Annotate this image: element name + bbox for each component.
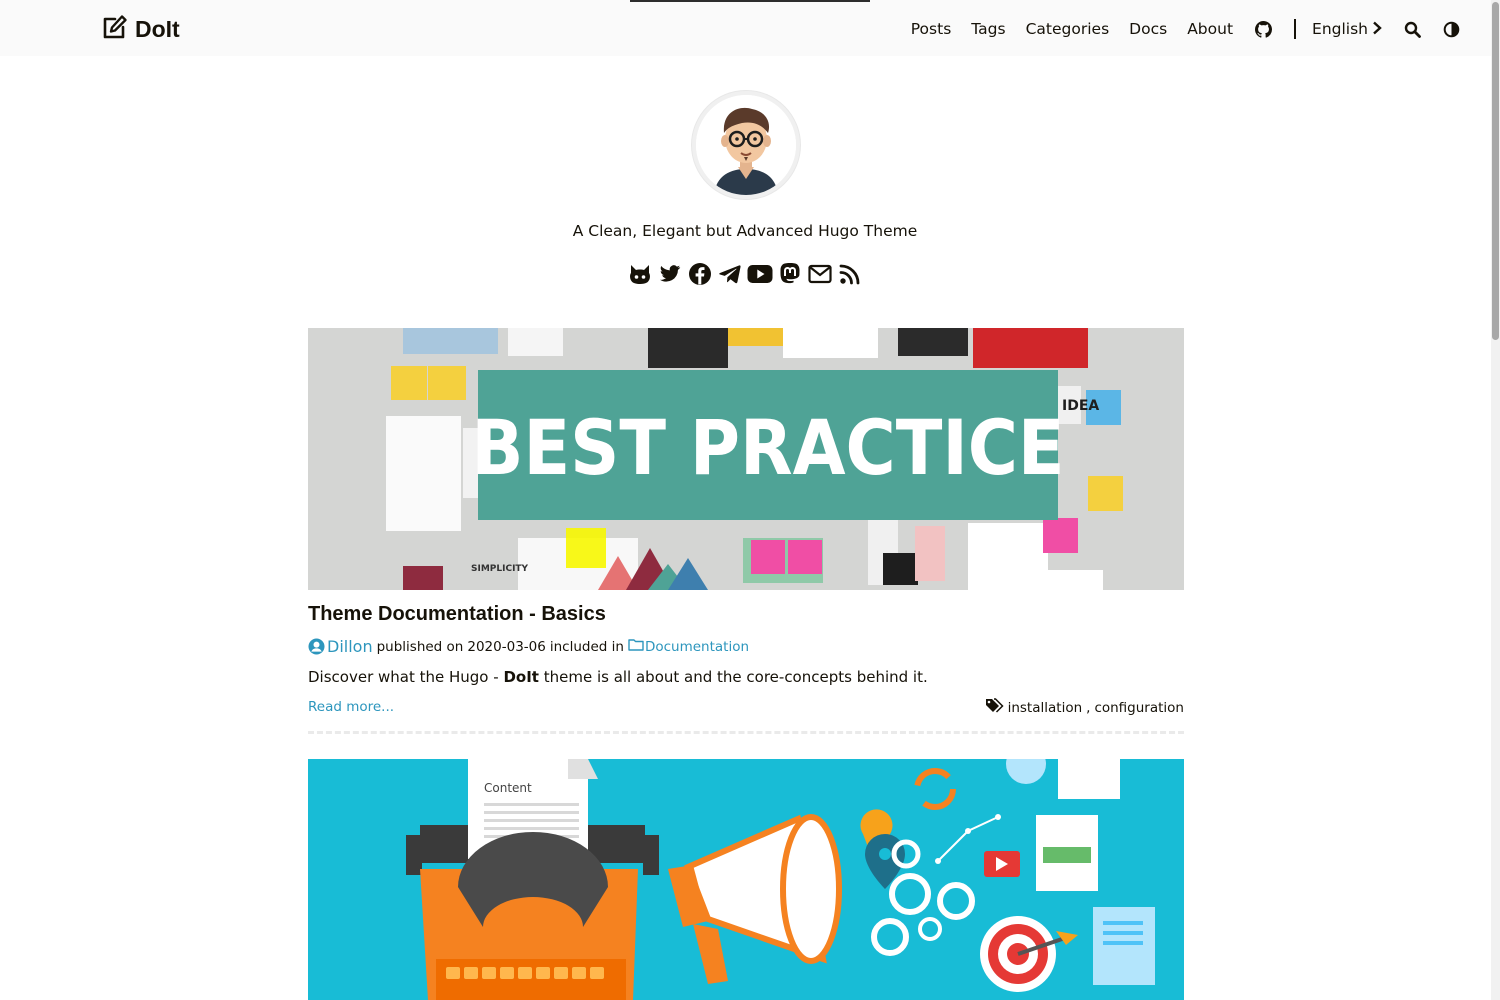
chevron-right-icon — [1372, 20, 1382, 39]
language-switcher[interactable]: English — [1312, 20, 1382, 39]
post-title[interactable]: Theme Documentation - Basics — [308, 603, 606, 626]
search-icon[interactable] — [1404, 21, 1421, 38]
nav-about[interactable]: About — [1187, 20, 1233, 38]
email-icon[interactable] — [807, 262, 833, 286]
nav-tags[interactable]: Tags — [971, 20, 1005, 38]
tag-configuration[interactable]: configuration — [1094, 700, 1184, 716]
included-label: included in — [549, 638, 624, 655]
rss-icon[interactable] — [837, 262, 863, 286]
content-page-title: Content — [484, 781, 532, 795]
social-links — [0, 262, 1490, 286]
facebook-icon[interactable] — [687, 262, 713, 286]
read-more-link[interactable]: Read more... — [308, 699, 394, 715]
top-navbar: DoIt Posts Tags Categories Docs About En… — [0, 0, 1500, 56]
post-tags: installation, configuration — [985, 698, 1184, 717]
site-title: DoIt — [135, 15, 180, 42]
banner-simplicity-label: SIMPLICITY — [471, 564, 529, 574]
telegram-icon[interactable] — [717, 262, 743, 286]
avatar — [692, 91, 800, 199]
summary-text-start: Discover what the Hugo - — [308, 668, 504, 686]
language-label: English — [1312, 20, 1368, 38]
summary-theme-name: DoIt — [503, 668, 539, 686]
post-featured-image[interactable]: Content — [308, 759, 1184, 1000]
edit-icon — [101, 14, 128, 44]
nav-categories[interactable]: Categories — [1026, 20, 1110, 38]
post-category-link[interactable]: Documentation — [645, 639, 749, 655]
tag-separator: , — [1086, 699, 1091, 716]
twitter-icon[interactable] — [657, 262, 683, 286]
nav-posts[interactable]: Posts — [911, 20, 952, 38]
tags-icon — [985, 698, 1004, 717]
github-icon[interactable] — [1255, 20, 1273, 38]
reading-progress-bar — [630, 0, 870, 2]
user-circle-icon — [308, 638, 327, 656]
mastodon-icon[interactable] — [777, 262, 803, 286]
site-logo[interactable]: DoIt — [101, 15, 180, 43]
nav-docs[interactable]: Docs — [1129, 20, 1167, 38]
post-divider — [308, 731, 1184, 734]
post-author-link[interactable]: Dillon — [327, 637, 373, 656]
youtube-icon[interactable] — [747, 262, 773, 286]
banner-title: BEST PRACTICE — [471, 403, 1064, 492]
main-nav: Posts Tags Categories Docs About English — [911, 17, 1460, 41]
post-date: 2020-03-06 — [467, 638, 546, 655]
post-featured-image[interactable]: BEST PRACTICE IDEA SIMPLICITY — [308, 328, 1184, 590]
post-meta: Dillon published on 2020-03-06 included … — [308, 637, 749, 656]
theme-toggle-icon[interactable] — [1443, 21, 1460, 38]
summary-text-end: theme is all about and the core-concepts… — [538, 668, 928, 686]
tag-installation[interactable]: installation — [1008, 700, 1083, 716]
published-label: published on — [376, 638, 464, 655]
site-subtitle: A Clean, Elegant but Advanced Hugo Theme — [572, 222, 918, 240]
post-summary: Discover what the Hugo - DoIt theme is a… — [308, 668, 928, 686]
folder-icon — [628, 638, 644, 655]
github-icon[interactable] — [627, 262, 653, 286]
nav-divider — [1294, 19, 1297, 39]
banner-idea-label: IDEA — [1062, 398, 1099, 414]
page-scrollbar[interactable] — [1491, 0, 1500, 1000]
scrollbar-thumb[interactable] — [1492, 2, 1499, 340]
